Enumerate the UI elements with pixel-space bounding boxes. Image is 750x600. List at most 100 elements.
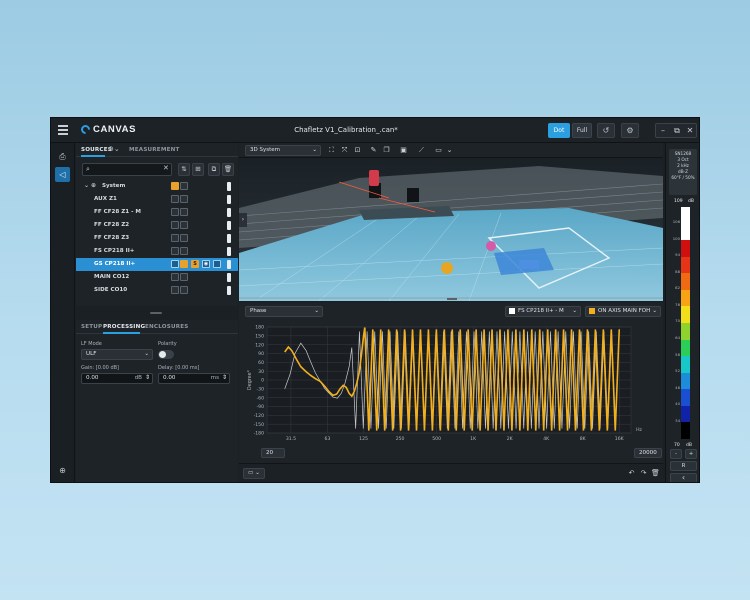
meter-tick-label: 106: [672, 218, 680, 224]
full-view-button[interactable]: Full: [572, 123, 592, 138]
link-chip-icon[interactable]: [180, 234, 188, 242]
processing-chip-icon[interactable]: [171, 260, 179, 268]
tree-row-ff-cf28-z3[interactable]: FF CF28 Z3: [76, 232, 238, 245]
phase-chart[interactable]: 180 150 120 90 60 30 0 -30 -60 -90 -120 -150 -180 31.…: [239, 319, 663, 461]
link-chip-icon[interactable]: [180, 286, 188, 294]
tab-setup[interactable]: SETUP: [81, 324, 102, 330]
y-tick-label: 120: [255, 342, 264, 348]
link-chip-icon[interactable]: [180, 221, 188, 229]
measurement-select[interactable]: ON AXIS MAIN FOH ⌄: [585, 306, 661, 317]
gain-stepper-icon[interactable]: ⇕: [145, 373, 150, 382]
sort-icon[interactable]: ⇅: [178, 163, 190, 176]
tab-measurement[interactable]: MEASUREMENT: [129, 147, 180, 153]
source-select[interactable]: FS CP218 II+ - M ⌄: [505, 306, 581, 317]
meter-minus-button[interactable]: -: [670, 449, 682, 459]
processing-chip-icon[interactable]: [171, 273, 179, 281]
note-icon[interactable]: ✎: [369, 146, 378, 155]
search-input[interactable]: [95, 165, 155, 174]
tree-row-ff-cf28-z2[interactable]: FF CF28 Z2: [76, 219, 238, 232]
processing-chip-icon[interactable]: [171, 208, 179, 216]
tree-row-aux-z1[interactable]: AUX Z1: [76, 193, 238, 206]
tree-row-label: FF CF28 Z2: [94, 222, 130, 228]
link-chip-icon[interactable]: [180, 260, 188, 268]
meter-reset-button[interactable]: R: [670, 461, 697, 471]
processing-chip-icon[interactable]: [171, 195, 179, 203]
collapse-sidebar-chevron-icon[interactable]: ›: [239, 213, 247, 227]
lock-icon[interactable]: [213, 260, 221, 268]
expand-chevron-icon[interactable]: ⌄: [84, 182, 89, 189]
settings-gear-icon[interactable]: ⚙: [621, 123, 639, 138]
3d-mode-select[interactable]: 3D System ⌄: [245, 145, 321, 156]
link-chip-icon[interactable]: [180, 247, 188, 255]
meter-tick-label: 88: [675, 268, 680, 274]
tab-processing[interactable]: PROCESSING: [103, 324, 145, 330]
clear-search-icon[interactable]: ✕: [163, 164, 169, 172]
link-chip-icon[interactable]: [180, 273, 188, 281]
x-tick-label: 8K: [580, 436, 587, 442]
add-circle-icon[interactable]: ⊕: [55, 463, 70, 478]
link-icon[interactable]: ⊞: [192, 163, 204, 176]
trash-icon[interactable]: 🗑: [651, 469, 660, 478]
tree-row-fs-cp218[interactable]: FS CP218 II+: [76, 245, 238, 258]
y-tick-label: 90: [258, 351, 264, 357]
redo-icon[interactable]: ↷: [639, 469, 648, 478]
measure-icon[interactable]: ⟋: [417, 146, 426, 155]
tab-enclosures[interactable]: ENCLOSURES: [145, 324, 188, 330]
speaker-tool-icon[interactable]: ◁: [55, 167, 70, 182]
fit-view-icon[interactable]: ⛶: [327, 146, 336, 155]
zoom-selection-icon[interactable]: ⊡: [353, 146, 362, 155]
processing-chip-icon[interactable]: [171, 286, 179, 294]
zoom-extents-icon[interactable]: ⤧: [340, 146, 349, 155]
meter-plus-button[interactable]: +: [685, 449, 697, 459]
tree-row-label: System: [102, 183, 126, 189]
link-chip-icon[interactable]: [180, 195, 188, 203]
delete-icon[interactable]: 🗑: [222, 163, 234, 176]
visibility-eye-icon[interactable]: ◉: [202, 260, 210, 268]
delay-input[interactable]: 0.00 ms ⇕: [158, 373, 230, 384]
panel-splitter[interactable]: [76, 306, 238, 320]
tree-row-side-co10[interactable]: SIDE CO10: [76, 284, 238, 297]
solo-icon[interactable]: S: [191, 260, 199, 268]
bottom-toolbar: ▭ ⌄ ↶ ↷ 🗑: [239, 463, 663, 482]
polarity-toggle[interactable]: [158, 350, 174, 359]
3d-arena-scene[interactable]: [239, 158, 663, 301]
chevron-down-icon[interactable]: ⌄: [445, 146, 454, 155]
dot-view-button[interactable]: Dot: [548, 123, 570, 138]
maximize-icon[interactable]: ⧉: [671, 124, 683, 137]
undo-history-icon[interactable]: ↺: [597, 123, 615, 138]
tree-row-ff-cf28-z1[interactable]: FF CF28 Z1 - M: [76, 206, 238, 219]
polarity-label: Polarity: [158, 341, 177, 347]
link-chip-icon[interactable]: [180, 182, 188, 190]
lf-mode-select[interactable]: ULF ⌄: [81, 349, 153, 360]
gain-input[interactable]: 0.00 dB ⇕: [81, 373, 153, 384]
tree-row-gs-cp218[interactable]: GS CP218 II+ S ◉: [76, 258, 238, 271]
splitter-grip-icon[interactable]: [150, 312, 162, 314]
chart-type-select[interactable]: Phase ⌄: [245, 306, 323, 317]
3d-view[interactable]: 3D System ⌄ ⛶ ⤧ ⊡ ✎ ❐ ▣ ⟋ ▭ ⌄ ›: [239, 143, 663, 301]
duplicate-icon[interactable]: ⧉: [208, 163, 220, 176]
printer-icon[interactable]: ⎙: [55, 149, 70, 164]
menu-icon[interactable]: [58, 125, 68, 135]
tree-row-system[interactable]: ⌄ ⊕ System: [76, 180, 238, 193]
tree-row-main-co12[interactable]: MAIN CO12: [76, 271, 238, 284]
delay-stepper-icon[interactable]: ⇕: [222, 373, 227, 382]
layers-icon[interactable]: ❐: [382, 146, 391, 155]
view-splitter-grip-icon[interactable]: [447, 298, 457, 300]
link-chip-icon[interactable]: [180, 208, 188, 216]
collapse-meter-chevron-icon[interactable]: ‹: [670, 473, 697, 482]
undo-icon[interactable]: ↶: [627, 469, 636, 478]
processing-chip-icon[interactable]: [171, 234, 179, 242]
processing-chip-icon[interactable]: [171, 221, 179, 229]
x-tick-label: 125: [359, 436, 368, 442]
layout-select[interactable]: ▭ ⌄: [243, 468, 265, 479]
close-icon[interactable]: ✕: [684, 124, 696, 137]
camera-icon[interactable]: ▭: [434, 146, 443, 155]
image-icon[interactable]: ▣: [399, 146, 408, 155]
min-frequency-input[interactable]: 20: [261, 448, 285, 458]
globe-dropdown-icon[interactable]: ⊕⌄: [108, 145, 120, 153]
search-box[interactable]: ⌕ ✕: [82, 163, 172, 176]
processing-chip-icon[interactable]: [171, 182, 179, 190]
minimize-icon[interactable]: –: [657, 124, 669, 137]
processing-chip-icon[interactable]: [171, 247, 179, 255]
max-frequency-input[interactable]: 20000: [634, 448, 662, 458]
